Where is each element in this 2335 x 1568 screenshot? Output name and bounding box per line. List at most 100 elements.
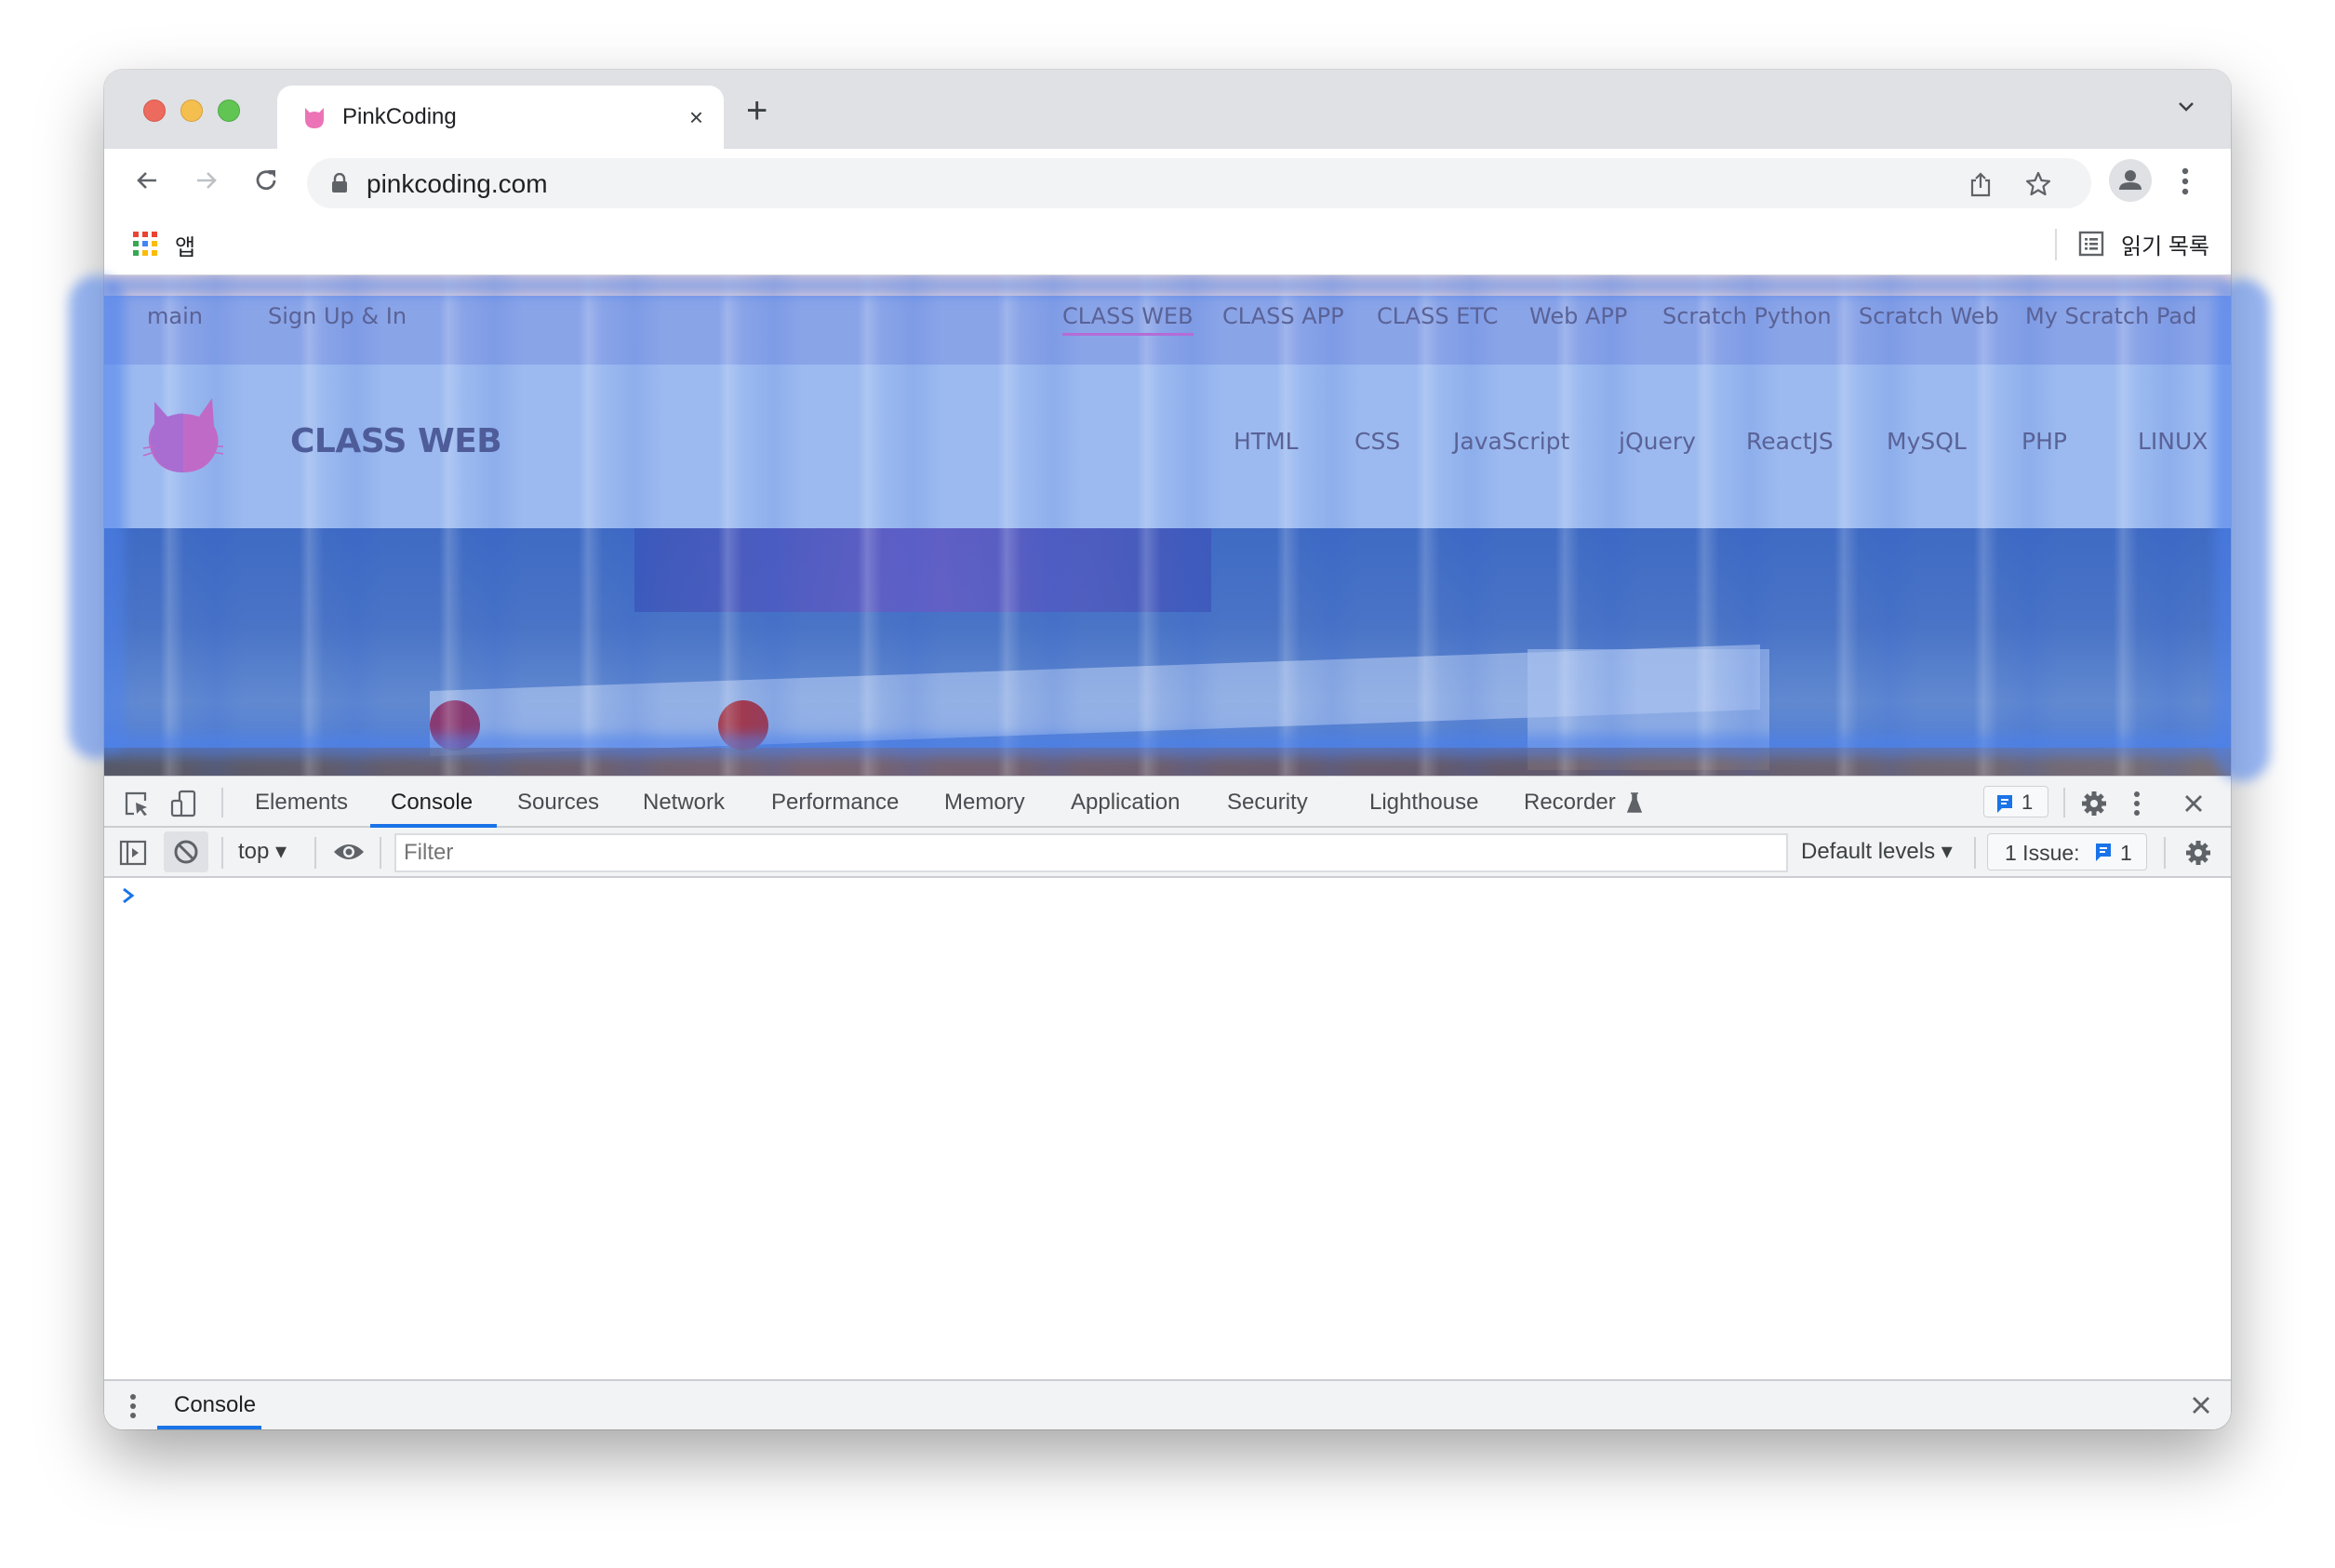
site-top-nav: main Sign Up & In CLASS WEB CLASS APP CL… bbox=[104, 275, 2231, 365]
message-icon bbox=[1997, 795, 2012, 813]
drawer-tab-console[interactable]: Console bbox=[174, 1392, 256, 1418]
live-expression-eye-icon[interactable] bbox=[333, 841, 365, 863]
back-arrow-icon[interactable] bbox=[132, 166, 162, 195]
divider bbox=[1974, 837, 1976, 869]
issues-count: 1 bbox=[2120, 841, 2132, 865]
minimize-window-button[interactable] bbox=[180, 100, 203, 122]
pinkcoding-cat-logo[interactable] bbox=[141, 392, 225, 476]
banner-floor bbox=[104, 748, 2231, 776]
tab-performance[interactable]: Performance bbox=[771, 790, 899, 816]
site-link-jquery[interactable]: jQuery bbox=[1619, 428, 1696, 455]
site-link-web-app[interactable]: Web APP bbox=[1529, 303, 1627, 329]
bookmark-star-icon[interactable] bbox=[2024, 170, 2052, 198]
issues-badge-button[interactable]: 1 bbox=[1983, 786, 2048, 817]
maximize-window-button[interactable] bbox=[218, 100, 240, 122]
person-icon bbox=[2119, 170, 2142, 190]
banner-disney-logo bbox=[430, 700, 480, 751]
url-text[interactable]: pinkcoding.com bbox=[367, 169, 548, 199]
site-link-my-scratch-pad[interactable]: My Scratch Pad bbox=[2025, 303, 2196, 329]
clear-console-button[interactable] bbox=[164, 831, 208, 872]
log-levels-value: Default levels bbox=[1801, 839, 1936, 864]
apps-grid-icon[interactable] bbox=[132, 231, 158, 257]
divider bbox=[314, 837, 316, 869]
tab-console[interactable]: Console bbox=[391, 790, 473, 816]
devtools-tabbar: Elements Console Sources Network Perform… bbox=[104, 776, 2231, 828]
site-link-scratch-python[interactable]: Scratch Python bbox=[1662, 303, 1832, 329]
reading-list-label[interactable]: 읽기 목록 bbox=[2121, 228, 2209, 260]
browser-toolbar: pinkcoding.com bbox=[104, 149, 2231, 212]
reload-icon[interactable] bbox=[251, 166, 281, 195]
site-link-signup[interactable]: Sign Up & In bbox=[268, 303, 407, 329]
lock-icon bbox=[332, 173, 347, 193]
console-filter-input[interactable] bbox=[394, 833, 1788, 872]
forward-arrow-icon[interactable] bbox=[192, 166, 221, 195]
site-link-javascript[interactable]: JavaScript bbox=[1453, 428, 1569, 455]
tab-security[interactable]: Security bbox=[1227, 790, 1308, 816]
inspect-element-icon[interactable] bbox=[123, 790, 151, 817]
site-link-class-etc[interactable]: CLASS ETC bbox=[1377, 303, 1498, 329]
site-link-css[interactable]: CSS bbox=[1354, 428, 1400, 455]
browser-menu-icon[interactable] bbox=[2181, 167, 2190, 195]
flask-experiment-icon bbox=[1626, 792, 1643, 813]
site-link-class-app[interactable]: CLASS APP bbox=[1222, 303, 1344, 329]
devtools-drawer: Console bbox=[104, 1379, 2231, 1429]
issues-label: 1 Issue: bbox=[2005, 841, 2080, 865]
tab-strip: PinkCoding × + bbox=[104, 70, 2231, 149]
tab-memory[interactable]: Memory bbox=[944, 790, 1025, 816]
console-output[interactable] bbox=[104, 878, 2231, 1379]
settings-gear-icon[interactable] bbox=[2080, 790, 2108, 817]
browser-tab-active[interactable]: PinkCoding × bbox=[277, 86, 724, 149]
context-selector[interactable]: top ▾ bbox=[238, 838, 287, 865]
close-devtools-icon[interactable] bbox=[2182, 792, 2205, 815]
site-link-reactjs[interactable]: ReactJS bbox=[1746, 428, 1834, 455]
tab-lighthouse[interactable]: Lighthouse bbox=[1369, 790, 1478, 816]
log-levels-dropdown[interactable]: Default levels ▾ bbox=[1801, 838, 1953, 865]
banner-window-frame bbox=[634, 528, 1211, 612]
close-window-button[interactable] bbox=[143, 100, 166, 122]
drawer-active-indicator bbox=[157, 1426, 261, 1429]
share-icon[interactable] bbox=[1968, 171, 1993, 197]
tab-title: PinkCoding bbox=[342, 104, 457, 129]
divider bbox=[221, 788, 223, 817]
sidebar-toggle-icon[interactable] bbox=[119, 839, 147, 867]
divider bbox=[2164, 837, 2166, 869]
message-icon bbox=[2096, 844, 2111, 861]
cat-face-icon bbox=[305, 108, 324, 128]
site-link-class-web[interactable]: CLASS WEB bbox=[1062, 303, 1194, 336]
chevron-down-icon[interactable] bbox=[2175, 96, 2197, 118]
close-drawer-icon[interactable] bbox=[2190, 1394, 2212, 1416]
new-tab-button[interactable]: + bbox=[746, 92, 767, 129]
web-page: main Sign Up & In CLASS WEB CLASS APP CL… bbox=[104, 275, 2231, 776]
site-link-scratch-web[interactable]: Scratch Web bbox=[1859, 303, 1999, 329]
more-options-icon[interactable] bbox=[2132, 790, 2142, 817]
device-toolbar-icon[interactable] bbox=[169, 790, 197, 817]
profile-avatar[interactable] bbox=[2109, 159, 2152, 202]
console-prompt-chevron-icon bbox=[123, 887, 135, 904]
console-settings-gear-icon[interactable] bbox=[2184, 839, 2212, 867]
divider bbox=[221, 837, 223, 869]
site-title: CLASS WEB bbox=[290, 422, 502, 460]
address-bar[interactable]: pinkcoding.com bbox=[307, 158, 2091, 208]
site-link-linux[interactable]: LINUX bbox=[2138, 428, 2208, 455]
site-link-mysql[interactable]: MySQL bbox=[1887, 428, 1967, 455]
apps-bookmark-label[interactable]: 앱 bbox=[175, 229, 195, 261]
tab-recorder[interactable]: Recorder bbox=[1524, 790, 1616, 816]
site-link-html[interactable]: HTML bbox=[1234, 428, 1299, 455]
bookmarks-bar: 앱 읽기 목록 bbox=[104, 212, 2231, 275]
tab-sources[interactable]: Sources bbox=[517, 790, 599, 816]
reading-list-icon[interactable] bbox=[2078, 231, 2104, 257]
bookmarks-divider bbox=[2055, 229, 2057, 260]
clear-block-icon bbox=[174, 840, 198, 864]
tab-network[interactable]: Network bbox=[643, 790, 725, 816]
context-value: top bbox=[238, 839, 270, 864]
site-link-php[interactable]: PHP bbox=[2021, 428, 2067, 455]
tab-close-icon[interactable]: × bbox=[689, 103, 703, 132]
hero-banner-image bbox=[104, 528, 2231, 776]
site-link-main[interactable]: main bbox=[147, 303, 203, 329]
issues-badge-count: 1 bbox=[2021, 791, 2034, 814]
tab-application[interactable]: Application bbox=[1071, 790, 1180, 816]
divider bbox=[380, 837, 381, 869]
tab-elements[interactable]: Elements bbox=[255, 790, 348, 816]
drawer-menu-icon[interactable] bbox=[128, 1392, 138, 1420]
issues-counter-button[interactable]: 1 Issue: 1 bbox=[1987, 833, 2147, 870]
